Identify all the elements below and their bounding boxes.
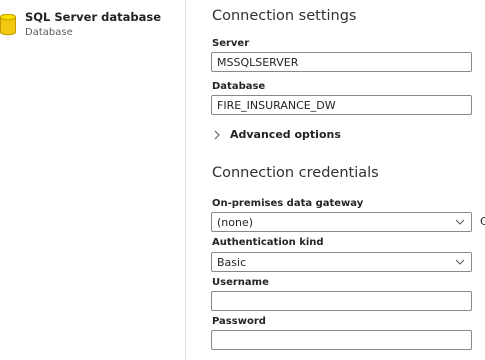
- gateway-value: (none): [217, 216, 254, 229]
- server-field[interactable]: MSSQLSERVER: [211, 52, 472, 72]
- username-label: Username: [212, 277, 269, 288]
- password-label: Password: [212, 316, 266, 327]
- server-label: Server: [212, 38, 250, 49]
- server-value: MSSQLSERVER: [217, 56, 299, 69]
- database-field[interactable]: FIRE_INSURANCE_DW: [211, 95, 472, 115]
- auth-kind-label: Authentication kind: [212, 237, 324, 248]
- gateway-select[interactable]: (none): [211, 212, 472, 232]
- database-cylinder-icon: [0, 14, 16, 36]
- auth-kind-value: Basic: [217, 256, 247, 269]
- data-source-subtitle: Database: [25, 27, 73, 38]
- advanced-options-label: Advanced options: [230, 128, 341, 141]
- data-source-title: SQL Server database: [25, 10, 162, 24]
- chevron-right-icon: [214, 130, 220, 140]
- chevron-down-icon: [455, 259, 465, 265]
- database-value: FIRE_INSURANCE_DW: [217, 99, 336, 112]
- username-field[interactable]: [211, 291, 472, 311]
- chevron-down-icon: [455, 219, 465, 225]
- gateway-side-glyph: C: [480, 215, 485, 228]
- data-source-pane: SQL Server database Database: [0, 0, 186, 360]
- auth-kind-select[interactable]: Basic: [211, 252, 472, 272]
- database-label: Database: [212, 81, 266, 92]
- connection-credentials-heading: Connection credentials: [212, 165, 379, 181]
- connection-settings-heading: Connection settings: [212, 8, 357, 24]
- gateway-label: On-premises data gateway: [212, 198, 364, 209]
- password-field[interactable]: [211, 330, 472, 350]
